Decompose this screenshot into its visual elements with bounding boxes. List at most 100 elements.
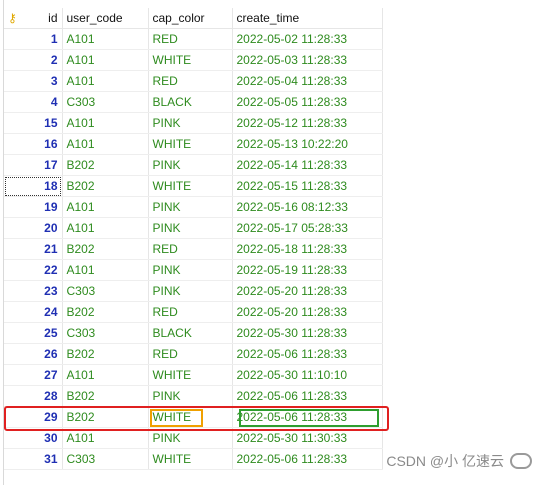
cell-cap-color[interactable]: BLACK bbox=[148, 322, 233, 344]
cell-id[interactable]: 31 bbox=[4, 448, 63, 470]
cell-cap-color[interactable]: RED bbox=[148, 343, 233, 365]
cell-user-code[interactable]: C303 bbox=[62, 448, 149, 470]
cell-create-time[interactable]: 2022-05-18 11:28:33 bbox=[232, 238, 383, 260]
cell-id[interactable]: 18 bbox=[4, 175, 63, 197]
cell-user-code[interactable]: B202 bbox=[62, 301, 149, 323]
cell-cap-color[interactable]: RED bbox=[148, 28, 233, 50]
cell-id[interactable]: 17 bbox=[4, 154, 63, 176]
cell-cap-color[interactable]: WHITE bbox=[148, 49, 233, 71]
cell-id[interactable]: 20 bbox=[4, 217, 63, 239]
cell-cap-color[interactable]: WHITE bbox=[148, 364, 233, 386]
table-row[interactable]: 31 C303 WHITE 2022-05-06 11:28:33 bbox=[4, 448, 383, 470]
table-row[interactable]: 18 B202 WHITE 2022-05-15 11:28:33 bbox=[4, 175, 383, 197]
cell-user-code[interactable]: A101 bbox=[62, 364, 149, 386]
cell-user-code[interactable]: A101 bbox=[62, 28, 149, 50]
cell-create-time[interactable]: 2022-05-30 11:10:10 bbox=[232, 364, 383, 386]
cell-create-time[interactable]: 2022-05-06 11:28:33 bbox=[232, 448, 383, 470]
cell-create-time[interactable]: 2022-05-03 11:28:33 bbox=[232, 49, 383, 71]
cell-id[interactable]: 16 bbox=[4, 133, 63, 155]
cell-cap-color[interactable]: BLACK bbox=[148, 91, 233, 113]
cell-id[interactable]: 21 bbox=[4, 238, 63, 260]
cell-create-time[interactable]: 2022-05-15 11:28:33 bbox=[232, 175, 383, 197]
cell-create-time[interactable]: 2022-05-04 11:28:33 bbox=[232, 70, 383, 92]
cell-id[interactable]: 3 bbox=[4, 70, 63, 92]
cell-user-code[interactable]: C303 bbox=[62, 91, 149, 113]
cell-user-code[interactable]: A101 bbox=[62, 70, 149, 92]
cell-cap-color[interactable]: PINK bbox=[148, 217, 233, 239]
table-row[interactable]: 19 A101 PINK 2022-05-16 08:12:33 bbox=[4, 196, 383, 218]
cell-cap-color[interactable]: PINK bbox=[148, 280, 233, 302]
cell-id[interactable]: 15 bbox=[4, 112, 63, 134]
cell-cap-color[interactable]: WHITE bbox=[148, 448, 233, 470]
table-row[interactable]: 1 A101 RED 2022-05-02 11:28:33 bbox=[4, 28, 383, 50]
cell-user-code[interactable]: A101 bbox=[62, 217, 149, 239]
cell-create-time[interactable]: 2022-05-17 05:28:33 bbox=[232, 217, 383, 239]
cell-cap-color[interactable]: RED bbox=[148, 301, 233, 323]
cell-user-code[interactable]: B202 bbox=[62, 385, 149, 407]
table-row[interactable]: 23 C303 PINK 2022-05-20 11:28:33 bbox=[4, 280, 383, 302]
cell-id[interactable]: 22 bbox=[4, 259, 63, 281]
cell-user-code[interactable]: A101 bbox=[62, 133, 149, 155]
cell-create-time[interactable]: 2022-05-12 11:28:33 bbox=[232, 112, 383, 134]
cell-user-code[interactable]: B202 bbox=[62, 238, 149, 260]
cell-user-code[interactable]: A101 bbox=[62, 49, 149, 71]
table-row[interactable]: 22 A101 PINK 2022-05-19 11:28:33 bbox=[4, 259, 383, 281]
table-row[interactable]: 28 B202 PINK 2022-05-06 11:28:33 bbox=[4, 385, 383, 407]
table-row[interactable]: 4 C303 BLACK 2022-05-05 11:28:33 bbox=[4, 91, 383, 113]
table-row[interactable]: 24 B202 RED 2022-05-20 11:28:33 bbox=[4, 301, 383, 323]
cell-user-code[interactable]: C303 bbox=[62, 280, 149, 302]
table-row[interactable]: 25 C303 BLACK 2022-05-30 11:28:33 bbox=[4, 322, 383, 344]
table-row[interactable]: 2 A101 WHITE 2022-05-03 11:28:33 bbox=[4, 49, 383, 71]
cell-user-code[interactable]: B202 bbox=[62, 154, 149, 176]
cell-cap-color[interactable]: PINK bbox=[148, 259, 233, 281]
cell-user-code[interactable]: B202 bbox=[62, 175, 149, 197]
cell-user-code[interactable]: A101 bbox=[62, 259, 149, 281]
cell-create-time[interactable]: 2022-05-20 11:28:33 bbox=[232, 301, 383, 323]
table-row[interactable]: 3 A101 RED 2022-05-04 11:28:33 bbox=[4, 70, 383, 92]
cell-id[interactable]: 27 bbox=[4, 364, 63, 386]
cell-cap-color[interactable]: WHITE bbox=[148, 175, 233, 197]
cell-create-time[interactable]: 2022-05-19 11:28:33 bbox=[232, 259, 383, 281]
table-row[interactable]: 15 A101 PINK 2022-05-12 11:28:33 bbox=[4, 112, 383, 134]
cell-cap-color[interactable]: RED bbox=[148, 238, 233, 260]
table-row[interactable]: 26 B202 RED 2022-05-06 11:28:33 bbox=[4, 343, 383, 365]
cell-id[interactable]: 28 bbox=[4, 385, 63, 407]
cell-user-code[interactable]: A101 bbox=[62, 112, 149, 134]
cell-cap-color[interactable]: PINK bbox=[148, 196, 233, 218]
column-header-cap-color[interactable]: cap_color bbox=[148, 8, 233, 29]
cell-cap-color[interactable]: RED bbox=[148, 70, 233, 92]
cell-id[interactable]: 25 bbox=[4, 322, 63, 344]
cell-create-time[interactable]: 2022-05-14 11:28:33 bbox=[232, 154, 383, 176]
result-grid[interactable]: ⚷ id user_code cap_color create_time 1 A1… bbox=[4, 8, 383, 470]
cell-user-code[interactable]: C303 bbox=[62, 322, 149, 344]
cell-create-time[interactable]: 2022-05-02 11:28:33 bbox=[232, 28, 383, 50]
table-row[interactable]: 16 A101 WHITE 2022-05-13 10:22:20 bbox=[4, 133, 383, 155]
cell-create-time[interactable]: 2022-05-30 11:28:33 bbox=[232, 322, 383, 344]
cell-id[interactable]: 26 bbox=[4, 343, 63, 365]
cell-id[interactable]: 1 bbox=[4, 28, 63, 50]
cell-create-time[interactable]: 2022-05-06 11:28:33 bbox=[232, 343, 383, 365]
cell-create-time[interactable]: 2022-05-20 11:28:33 bbox=[232, 280, 383, 302]
table-row[interactable]: 21 B202 RED 2022-05-18 11:28:33 bbox=[4, 238, 383, 260]
cell-id[interactable]: 19 bbox=[4, 196, 63, 218]
cell-cap-color[interactable]: PINK bbox=[148, 112, 233, 134]
column-header-create-time[interactable]: create_time bbox=[232, 8, 383, 29]
table-row[interactable]: 17 B202 PINK 2022-05-14 11:28:33 bbox=[4, 154, 383, 176]
cell-id[interactable]: 2 bbox=[4, 49, 63, 71]
column-header-id[interactable]: ⚷ id bbox=[4, 8, 63, 29]
table-row[interactable]: 20 A101 PINK 2022-05-17 05:28:33 bbox=[4, 217, 383, 239]
cell-id[interactable]: 24 bbox=[4, 301, 63, 323]
cell-id[interactable]: 4 bbox=[4, 91, 63, 113]
cell-cap-color[interactable]: PINK bbox=[148, 385, 233, 407]
cell-cap-color[interactable]: WHITE bbox=[148, 133, 233, 155]
cell-create-time[interactable]: 2022-05-06 11:28:33 bbox=[232, 385, 383, 407]
cell-user-code[interactable]: B202 bbox=[62, 343, 149, 365]
column-header-user-code[interactable]: user_code bbox=[62, 8, 149, 29]
cell-create-time[interactable]: 2022-05-16 08:12:33 bbox=[232, 196, 383, 218]
table-row[interactable]: 27 A101 WHITE 2022-05-30 11:10:10 bbox=[4, 364, 383, 386]
cell-create-time[interactable]: 2022-05-13 10:22:20 bbox=[232, 133, 383, 155]
cell-user-code[interactable]: A101 bbox=[62, 196, 149, 218]
cell-cap-color[interactable]: PINK bbox=[148, 154, 233, 176]
cell-id[interactable]: 23 bbox=[4, 280, 63, 302]
cell-create-time[interactable]: 2022-05-05 11:28:33 bbox=[232, 91, 383, 113]
